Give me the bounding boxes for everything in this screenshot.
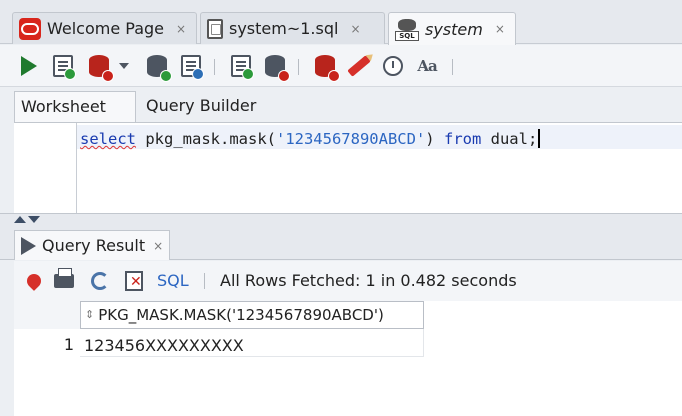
close-icon[interactable]: × bbox=[153, 239, 163, 253]
result-toolbar: SQL All Rows Fetched: 1 in 0.482 seconds bbox=[14, 261, 682, 301]
explain-plan-icon bbox=[265, 55, 290, 82]
refresh-icon bbox=[91, 272, 109, 290]
string-literal: '1234567890ABCD' bbox=[275, 130, 426, 148]
row-number: 1 bbox=[63, 335, 74, 354]
tab-system-connection[interactable]: SQL system × bbox=[388, 12, 516, 45]
commit-button[interactable] bbox=[144, 53, 172, 82]
rollback-button[interactable] bbox=[178, 53, 204, 80]
close-icon[interactable]: × bbox=[176, 22, 186, 36]
tuning-icon bbox=[231, 55, 254, 80]
fetch-status-text: All Rows Fetched: 1 in 0.482 seconds bbox=[220, 271, 517, 290]
clock-icon bbox=[383, 56, 403, 76]
cancel-fetch-button[interactable] bbox=[122, 269, 146, 293]
sql-editor[interactable]: select pkg_mask.mask('1234567890ABCD') f… bbox=[14, 122, 682, 214]
close-icon[interactable]: × bbox=[495, 22, 505, 36]
refresh-button[interactable] bbox=[88, 269, 112, 293]
worksheet-mode-tabs: Worksheet Query Builder bbox=[14, 91, 682, 123]
keyword-from: from bbox=[443, 130, 482, 148]
sql-link[interactable]: SQL bbox=[157, 271, 189, 290]
sql-connection-icon: SQL bbox=[395, 17, 419, 41]
sort-icon: ⇕ bbox=[85, 308, 95, 321]
document-tab-bar: Welcome Page × system~1.sql × SQL system… bbox=[0, 0, 682, 45]
tab-worksheet[interactable]: Worksheet bbox=[14, 91, 136, 123]
change-case-icon: Aa bbox=[417, 57, 437, 75]
tab-welcome-page[interactable]: Welcome Page × bbox=[12, 12, 197, 44]
tab-label: Welcome Page bbox=[47, 19, 165, 38]
eraser-icon bbox=[347, 55, 371, 77]
autotrace-icon bbox=[89, 55, 114, 82]
autotrace-button[interactable] bbox=[86, 53, 114, 82]
oracle-icon bbox=[19, 17, 41, 40]
clear-button[interactable] bbox=[346, 53, 372, 79]
line-gutter bbox=[14, 123, 72, 214]
tab-label: system~1.sql bbox=[229, 19, 339, 38]
sql-tuning-advisor-button[interactable] bbox=[380, 53, 406, 79]
run-script-icon bbox=[53, 55, 76, 80]
toolbar-separator bbox=[452, 59, 453, 75]
tab-query-result[interactable]: Query Result × bbox=[14, 230, 171, 260]
toolbar-separator bbox=[298, 59, 299, 75]
to-upper-lower-case-button[interactable]: Aa bbox=[414, 53, 440, 79]
commit-icon bbox=[147, 55, 172, 82]
sql-tuning-button[interactable] bbox=[228, 53, 254, 80]
column-header-label: PKG_MASK.MASK('1234567890ABCD') bbox=[98, 306, 384, 324]
query-result-icon bbox=[21, 236, 36, 255]
keyword-select: select bbox=[80, 130, 136, 148]
tab-label: system bbox=[425, 19, 483, 39]
sql-icon-label: SQL bbox=[395, 31, 419, 41]
sql-statement[interactable]: select pkg_mask.mask('1234567890ABCD') f… bbox=[80, 129, 541, 148]
tab-label: Query Result bbox=[42, 236, 146, 255]
grid-corner bbox=[14, 301, 80, 329]
printer-icon bbox=[54, 268, 74, 288]
freeze-view-button[interactable] bbox=[22, 269, 46, 293]
sql-history-button[interactable] bbox=[312, 53, 340, 82]
close-icon[interactable]: × bbox=[350, 22, 360, 36]
results-grid: ⇕ PKG_MASK.MASK('1234567890ABCD') 1 1234… bbox=[14, 301, 682, 416]
toolbar-separator bbox=[214, 59, 215, 75]
run-statement-button[interactable] bbox=[16, 53, 42, 79]
pin-icon bbox=[24, 271, 44, 291]
result-tab-bar: Query Result × bbox=[0, 223, 682, 260]
explain-plan-button[interactable] bbox=[262, 53, 290, 82]
table-cell[interactable]: 123456XXXXXXXXX bbox=[80, 329, 424, 357]
text-caret bbox=[538, 129, 541, 148]
autotrace-dropdown[interactable] bbox=[116, 53, 132, 79]
delete-icon bbox=[125, 271, 143, 291]
tab-system-sql-file[interactable]: system~1.sql × bbox=[200, 12, 385, 44]
sql-history-icon bbox=[315, 55, 340, 82]
worksheet-toolbar: Aa bbox=[0, 45, 682, 87]
chevron-down-icon bbox=[119, 63, 129, 69]
print-button[interactable] bbox=[52, 268, 76, 293]
tab-query-builder[interactable]: Query Builder bbox=[140, 91, 262, 123]
run-script-button[interactable] bbox=[50, 53, 76, 80]
sql-file-icon bbox=[207, 18, 223, 39]
panel-splitter[interactable] bbox=[0, 213, 682, 223]
column-header[interactable]: ⇕ PKG_MASK.MASK('1234567890ABCD') bbox=[80, 301, 424, 329]
function-call: pkg_mask.mask( bbox=[136, 130, 276, 148]
table-name: dual; bbox=[481, 130, 538, 148]
rollback-icon bbox=[181, 55, 204, 80]
toolbar-separator bbox=[204, 273, 205, 289]
run-icon bbox=[21, 56, 37, 76]
close-paren: ) bbox=[425, 130, 435, 148]
